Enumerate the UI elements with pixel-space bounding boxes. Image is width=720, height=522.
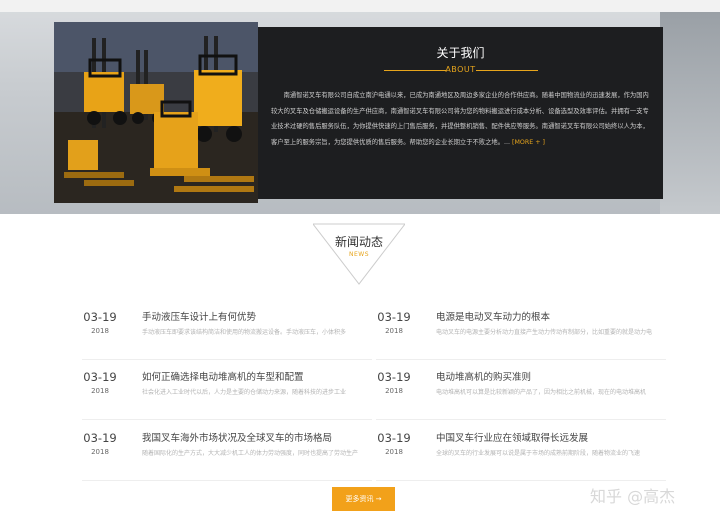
news-date-year: 2018 <box>91 387 109 395</box>
news-divider <box>82 359 372 360</box>
news-item[interactable]: 03-19 2018 中国叉车行业应在领域取得长远发展 全球的叉车的行业发展可以… <box>376 431 666 481</box>
forklift-illustration <box>54 22 258 203</box>
news-divider <box>376 359 666 360</box>
news-item-title[interactable]: 我国叉车海外市场状况及全球叉车的市场格局 <box>142 430 332 444</box>
news-item-summary: 随着国际化的生产方式，大大减少机工人的体力劳动强度，同时也提高了劳动生产 <box>142 450 359 457</box>
about-body: 南通智诺叉车有限公司自成立南沪电通以来，已成为南通地区及周边多家企业的合作供应商… <box>271 92 649 146</box>
news-title: 新闻动态 <box>334 235 383 249</box>
news-subtitle: NEWS <box>348 251 370 258</box>
news-item-title[interactable]: 电动堆高机的购买准则 <box>436 369 531 383</box>
top-divider <box>0 0 720 12</box>
news-date-day: 03-19 <box>83 370 117 384</box>
news-divider <box>82 480 372 481</box>
news-item-title[interactable]: 如何正确选择电动堆高机的车型和配置 <box>142 369 304 383</box>
forklift-photo <box>54 22 258 203</box>
watermark: 知乎 @高杰 <box>590 487 676 506</box>
news-item-title[interactable]: 电源是电动叉车动力的根本 <box>436 309 550 323</box>
news-item-title[interactable]: 中国叉车行业应在领域取得长远发展 <box>436 430 588 444</box>
news-item[interactable]: 03-19 2018 我国叉车海外市场状况及全球叉车的市场格局 随着国际化的生产… <box>82 431 372 481</box>
news-divider <box>82 419 372 420</box>
news-date-year: 2018 <box>91 448 109 456</box>
news-item[interactable]: 03-19 2018 电动堆高机的购买准则 电动堆高机可以算是比较新颖的产品了，… <box>376 370 666 420</box>
news-date-year: 2018 <box>91 327 109 335</box>
news-date-day: 03-19 <box>83 310 117 324</box>
about-subtitle: ABOUT <box>445 65 476 74</box>
news-item-summary: 电动叉车的电源主要分析动力直接产生动力传动有制部分，比如重要的就是动力电 <box>436 329 653 336</box>
news-item[interactable]: 03-19 2018 如何正确选择电动堆高机的车型和配置 社会化进入工业时代以后… <box>82 370 372 420</box>
news-item-summary: 手动液压车即要求该结构简洁和使用的物流搬运设备。手动液压车，小体积多 <box>142 329 347 336</box>
hero-background <box>660 12 720 214</box>
about-title: 关于我们 <box>436 46 485 60</box>
news-divider <box>376 419 666 420</box>
news-date-day: 03-19 <box>377 310 411 324</box>
news-item-summary: 社会化进入工业时代以后，人力是主要的仓储动力来源，随着科技的进步工业 <box>142 389 347 396</box>
news-date-year: 2018 <box>385 448 403 456</box>
about-section: 关于我们 ABOUT 南通智诺叉车有限公司自成立南沪电通以来，已成为南通地区及周… <box>0 0 720 214</box>
news-item-title[interactable]: 手动液压车设计上有何优势 <box>142 309 256 323</box>
news-divider <box>376 480 666 481</box>
news-item-summary: 电动堆高机可以算是比较新颖的产品了，因为相比之前机械，现在的电动堆高机 <box>436 389 647 396</box>
about-more-link[interactable]: [MORE + ] <box>512 139 545 146</box>
news-date-day: 03-19 <box>83 431 117 445</box>
news-date-day: 03-19 <box>377 370 411 384</box>
about-divider-right <box>476 70 538 71</box>
news-heading: 新闻动态 NEWS <box>313 222 405 286</box>
more-news-button[interactable]: 更多资讯 → <box>332 487 395 511</box>
news-item-summary: 全球的叉车的行业发展可以说是属于市场的成熟前期阶段，随着物流业的飞速 <box>436 450 641 457</box>
about-panel: 关于我们 ABOUT 南通智诺叉车有限公司自成立南沪电通以来，已成为南通地区及周… <box>258 27 663 199</box>
news-item[interactable]: 03-19 2018 手动液压车设计上有何优势 手动液压车即要求该结构简洁和使用… <box>82 310 372 360</box>
news-date-year: 2018 <box>385 387 403 395</box>
news-item[interactable]: 03-19 2018 电源是电动叉车动力的根本 电动叉车的电源主要分析动力直接产… <box>376 310 666 360</box>
news-date-day: 03-19 <box>377 431 411 445</box>
news-date-year: 2018 <box>385 327 403 335</box>
about-text: 南通智诺叉车有限公司自成立南沪电通以来，已成为南通地区及周边多家企业的合作供应商… <box>271 88 651 150</box>
